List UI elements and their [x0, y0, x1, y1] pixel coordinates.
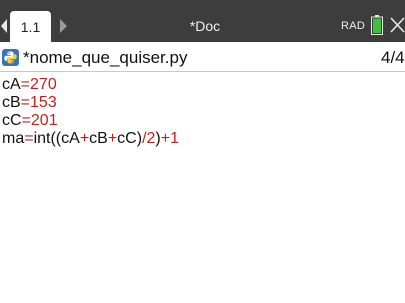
code-number: 1 — [170, 130, 179, 147]
top-bar: 1.1 *Doc RAD — [0, 0, 405, 42]
code-operator: = — [21, 112, 31, 129]
code-operator: = — [20, 94, 31, 111]
code-function: int((cA — [33, 130, 80, 147]
code-operator: + — [79, 130, 90, 147]
code-operator: + — [160, 130, 171, 147]
tab-1-1[interactable]: 1.1 — [10, 11, 51, 42]
code-variable: cC — [2, 112, 22, 129]
page-indicator: 4/4 — [381, 48, 405, 67]
file-name: *nome_que_quiser.py — [23, 48, 188, 67]
code-number: 153 — [30, 94, 57, 111]
chevron-right-icon[interactable] — [58, 16, 68, 36]
chevron-left-icon[interactable] — [0, 16, 8, 36]
code-variable: cB — [2, 94, 21, 111]
code-operator: = — [24, 130, 34, 147]
code-number: 270 — [30, 76, 57, 93]
code-line[interactable]: cB=153 — [2, 94, 57, 112]
tab-label: 1.1 — [20, 19, 41, 35]
close-icon[interactable] — [389, 14, 405, 36]
code-number: 201 — [30, 112, 58, 129]
code-variable: ma — [2, 130, 25, 147]
code-line[interactable]: ma=int((cA+cB+cC)/2)+1 — [2, 130, 179, 148]
code-variable: cC) — [117, 130, 143, 147]
code-operator: = — [20, 76, 31, 93]
document-title: *Doc — [189, 18, 221, 34]
code-variable: cA — [2, 76, 21, 93]
angle-mode-indicator: RAD — [341, 20, 366, 32]
code-editor[interactable]: cA=270 cB=153 cC=201 ma=int((cA+cB+cC)/2… — [0, 72, 405, 303]
code-operator: + — [107, 130, 118, 147]
code-variable: cB — [89, 130, 108, 147]
python-file-icon — [2, 49, 19, 66]
battery-icon — [371, 15, 383, 35]
code-line[interactable]: cC=201 — [2, 112, 58, 130]
code-line[interactable]: cA=270 — [2, 76, 57, 94]
file-title-bar: *nome_que_quiser.py 4/4 — [0, 42, 405, 72]
